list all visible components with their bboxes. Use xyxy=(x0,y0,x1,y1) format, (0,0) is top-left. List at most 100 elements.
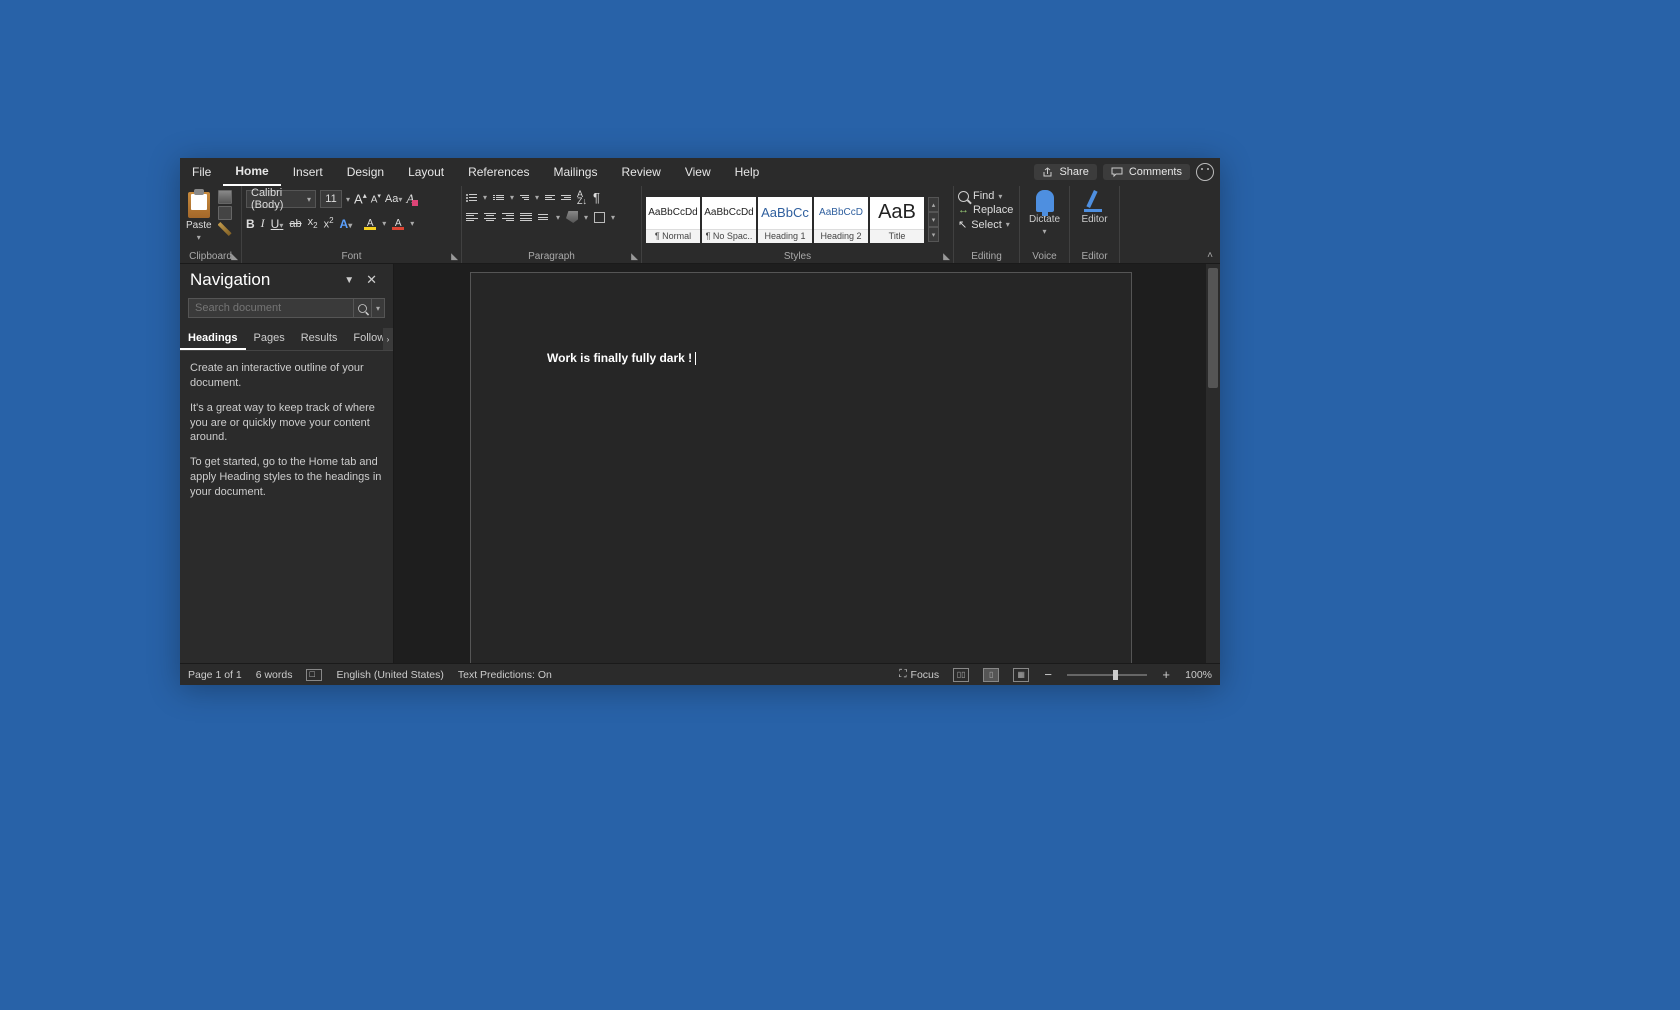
dialog-launcher-icon[interactable]: ◣ xyxy=(943,251,950,262)
increase-font-icon[interactable]: A▴ xyxy=(354,191,367,206)
style-title[interactable]: AaBTitle xyxy=(870,197,924,243)
dialog-launcher-icon[interactable]: ◣ xyxy=(631,251,638,262)
tab-home[interactable]: Home xyxy=(223,158,280,186)
spellcheck-icon[interactable]: □ xyxy=(306,669,322,681)
nav-tabs-more-icon[interactable]: › xyxy=(383,328,393,350)
multilevel-caret[interactable]: ▾ xyxy=(535,193,539,202)
read-mode-icon[interactable]: ▯▯ xyxy=(953,668,969,682)
document-page[interactable]: Work is finally fully dark ! xyxy=(470,272,1132,663)
style-heading-2[interactable]: AaBbCcDHeading 2 xyxy=(814,197,868,243)
find-button[interactable]: Find▾ xyxy=(958,190,1002,202)
borders-caret[interactable]: ▾ xyxy=(611,213,615,222)
tab-references[interactable]: References xyxy=(456,158,541,186)
align-right-button[interactable] xyxy=(502,213,514,222)
strikethrough-button[interactable]: ab xyxy=(289,218,301,230)
status-page[interactable]: Page 1 of 1 xyxy=(188,669,242,681)
status-predictions[interactable]: Text Predictions: On xyxy=(458,669,552,681)
align-center-button[interactable] xyxy=(484,213,496,222)
line-spacing-caret[interactable]: ▾ xyxy=(556,213,560,222)
zoom-in-button[interactable]: + xyxy=(1161,667,1171,682)
decrease-indent-button[interactable] xyxy=(545,195,555,200)
tab-help[interactable]: Help xyxy=(723,158,772,186)
italic-button[interactable]: I xyxy=(261,216,265,231)
status-language[interactable]: English (United States) xyxy=(336,669,443,681)
copy-icon[interactable] xyxy=(218,206,232,220)
style-normal[interactable]: AaBbCcDd¶ Normal xyxy=(646,197,700,243)
nav-dropdown-icon[interactable]: ▼ xyxy=(338,275,360,286)
select-button[interactable]: ↖Select▾ xyxy=(958,218,1010,231)
dictate-button[interactable]: Dictate ▾ xyxy=(1029,190,1060,236)
zoom-value[interactable]: 100% xyxy=(1185,669,1212,681)
nav-tab-pages[interactable]: Pages xyxy=(246,328,293,350)
bullets-caret[interactable]: ▾ xyxy=(483,193,487,202)
status-words[interactable]: 6 words xyxy=(256,669,293,681)
editor-button[interactable]: Editor xyxy=(1081,190,1107,225)
borders-button[interactable] xyxy=(594,212,605,223)
tab-view[interactable]: View xyxy=(673,158,723,186)
document-area[interactable]: Work is finally fully dark ! xyxy=(394,264,1220,663)
zoom-slider[interactable] xyxy=(1067,674,1147,676)
search-button[interactable] xyxy=(353,298,371,318)
search-input[interactable] xyxy=(188,298,353,318)
numbering-button[interactable] xyxy=(493,195,504,200)
zoom-thumb[interactable] xyxy=(1113,670,1118,680)
format-painter-icon[interactable] xyxy=(218,222,232,236)
shading-caret[interactable]: ▾ xyxy=(584,213,588,222)
tab-file[interactable]: File xyxy=(180,158,223,186)
style-no-spacing[interactable]: AaBbCcDd¶ No Spac.. xyxy=(702,197,756,243)
change-case-icon[interactable]: Aa▾ xyxy=(385,193,402,205)
paste-button[interactable]: Paste ▾ xyxy=(184,190,214,244)
bullets-button[interactable] xyxy=(466,194,477,202)
underline-button[interactable]: U▾ xyxy=(271,217,284,231)
cut-icon[interactable] xyxy=(218,190,232,204)
text-effects-button[interactable]: A▾ xyxy=(340,217,359,231)
styles-more-icon[interactable]: ▾ xyxy=(928,227,939,242)
superscript-button[interactable]: x2 xyxy=(324,216,334,231)
tab-mailings[interactable]: Mailings xyxy=(541,158,609,186)
comments-button[interactable]: Comments xyxy=(1103,164,1190,180)
web-layout-icon[interactable]: ▦ xyxy=(1013,668,1029,682)
show-marks-button[interactable]: ¶ xyxy=(593,190,600,205)
tab-insert[interactable]: Insert xyxy=(281,158,335,186)
nav-close-icon[interactable]: ✕ xyxy=(360,272,383,288)
replace-button[interactable]: ↔Replace xyxy=(958,204,1013,216)
increase-indent-button[interactable] xyxy=(561,195,571,200)
decrease-font-icon[interactable]: A▾ xyxy=(371,192,381,205)
line-spacing-button[interactable] xyxy=(538,214,550,220)
nav-tab-results[interactable]: Results xyxy=(293,328,346,350)
font-size-caret[interactable]: ▾ xyxy=(346,195,350,204)
subscript-button[interactable]: x2 xyxy=(308,216,318,230)
font-name-dropdown[interactable]: Calibri (Body)▾ xyxy=(246,190,316,208)
feedback-icon[interactable] xyxy=(1196,163,1214,181)
style-heading-1[interactable]: AaBbCcHeading 1 xyxy=(758,197,812,243)
tab-review[interactable]: Review xyxy=(609,158,672,186)
highlight-caret[interactable]: ▾ xyxy=(382,219,386,228)
font-color-button[interactable]: A xyxy=(392,218,404,230)
justify-button[interactable] xyxy=(520,213,532,222)
search-options-caret[interactable]: ▾ xyxy=(371,298,385,318)
document-body-text[interactable]: Work is finally fully dark ! xyxy=(547,351,696,365)
focus-mode-button[interactable]: ⛶Focus xyxy=(899,668,939,681)
styles-down-icon[interactable]: ▾ xyxy=(928,212,939,227)
shading-button[interactable] xyxy=(566,211,578,223)
share-button[interactable]: Share xyxy=(1034,164,1096,180)
multilevel-button[interactable] xyxy=(520,195,529,200)
bold-button[interactable]: B xyxy=(246,217,255,231)
tab-design[interactable]: Design xyxy=(335,158,396,186)
font-size-dropdown[interactable]: 11 xyxy=(320,190,342,208)
numbering-caret[interactable]: ▾ xyxy=(510,193,514,202)
highlight-button[interactable]: A xyxy=(364,218,376,230)
align-left-button[interactable] xyxy=(466,213,478,222)
sort-button[interactable]: AZ↓ xyxy=(577,191,587,205)
zoom-out-button[interactable]: − xyxy=(1043,667,1053,682)
font-color-caret[interactable]: ▾ xyxy=(410,219,414,228)
print-layout-icon[interactable]: ▯ xyxy=(983,668,999,682)
clear-formatting-icon[interactable]: A xyxy=(406,191,414,207)
scrollbar-thumb[interactable] xyxy=(1208,268,1218,388)
styles-up-icon[interactable]: ▴ xyxy=(928,197,939,212)
dialog-launcher-icon[interactable]: ◣ xyxy=(451,251,458,262)
collapse-ribbon-icon[interactable]: ˄ xyxy=(1200,186,1220,263)
tab-layout[interactable]: Layout xyxy=(396,158,456,186)
vertical-scrollbar[interactable] xyxy=(1206,264,1220,663)
dialog-launcher-icon[interactable]: ◣ xyxy=(231,251,238,262)
